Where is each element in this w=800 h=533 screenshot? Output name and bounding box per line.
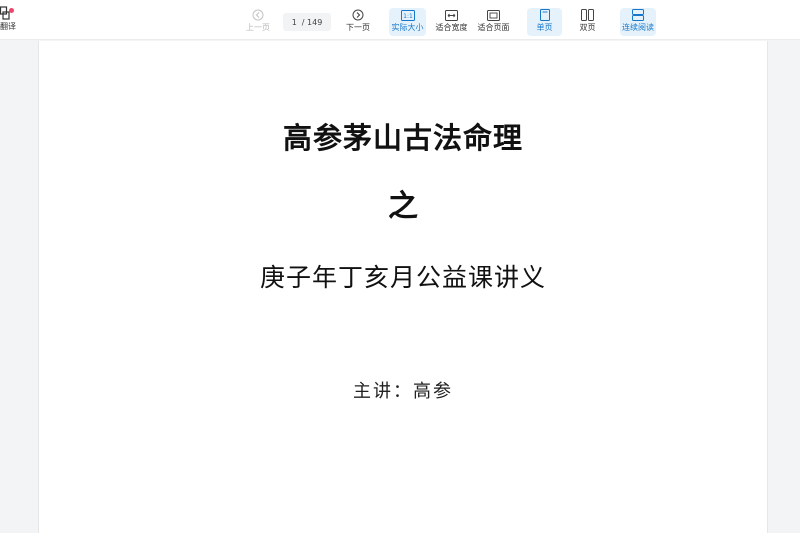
- continuous-reading-button[interactable]: 连续阅读: [620, 8, 656, 36]
- svg-text:1:1: 1:1: [403, 13, 413, 20]
- chevron-right-circle-icon: [352, 8, 364, 22]
- document-page: 高参茅山古法命理 之 庚子年丁亥月公益课讲义 主讲：高参: [38, 41, 768, 533]
- viewer-toolbar: 翻译 上一页 1 / 149 下一页 1:1 实际大小 适合宽度 适合页面 单页…: [0, 0, 800, 40]
- notification-dot: [9, 8, 14, 13]
- fit-width-label: 适合宽度: [435, 23, 468, 32]
- document-subtitle: 庚子年丁亥月公益课讲义: [259, 263, 546, 292]
- fit-page-label: 适合页面: [477, 23, 510, 32]
- double-page-label: 双页: [579, 23, 596, 32]
- current-page-input[interactable]: 1: [292, 18, 297, 27]
- single-page-icon: [539, 8, 550, 22]
- single-page-label: 单页: [536, 23, 553, 32]
- actual-size-label: 实际大小: [391, 23, 424, 32]
- fit-width-button[interactable]: 适合宽度: [433, 8, 470, 36]
- prev-page-button[interactable]: 上一页: [242, 8, 274, 36]
- fit-page-button[interactable]: 适合页面: [475, 8, 512, 36]
- continuous-reading-icon: [632, 8, 644, 22]
- single-page-button[interactable]: 单页: [527, 8, 562, 36]
- fit-width-icon: [445, 8, 458, 22]
- prev-page-label: 上一页: [246, 23, 270, 32]
- continuous-reading-label: 连续阅读: [622, 23, 654, 32]
- actual-size-button[interactable]: 1:1 实际大小: [389, 8, 426, 36]
- chevron-left-circle-icon: [252, 8, 264, 22]
- total-pages: / 149: [301, 17, 323, 27]
- document-connector: 之: [388, 189, 418, 224]
- next-page-label: 下一页: [346, 23, 370, 32]
- double-page-icon: [581, 8, 594, 22]
- next-page-button[interactable]: 下一页: [342, 8, 374, 36]
- document-speaker: 主讲：高参: [353, 381, 453, 402]
- double-page-button[interactable]: 双页: [570, 8, 605, 36]
- actual-size-icon: 1:1: [400, 8, 415, 22]
- translate-label: 翻译: [0, 22, 16, 31]
- fit-page-icon: [487, 8, 500, 22]
- document-title: 高参茅山古法命理: [282, 121, 523, 155]
- page-indicator[interactable]: 1 / 149: [283, 13, 331, 31]
